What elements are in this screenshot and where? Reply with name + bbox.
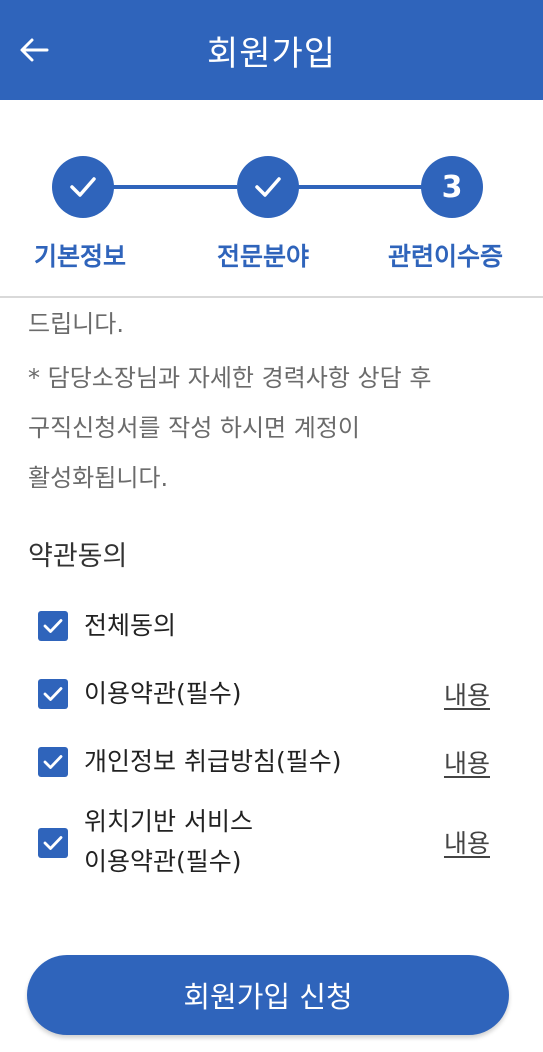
step-label-specialty: 전문분야 <box>217 242 310 271</box>
terms-of-use-view-link[interactable]: 내용 <box>444 676 490 712</box>
term-row-terms-of-use: 이용약관(필수) 내용 <box>38 676 498 712</box>
signup-stepper: 3 기본정보 전문분야 관련이수증 <box>0 100 543 296</box>
notice-text: * 담당소장님과 자세한 경력사항 상담 후 <box>28 364 432 392</box>
terms-of-use-label: 이용약관(필수) <box>84 679 242 708</box>
term-row-agree-all: 전체동의 <box>38 608 498 644</box>
checkmark-icon <box>43 687 63 701</box>
page-title: 회원가입 <box>206 34 337 74</box>
step-3-current-circle: 3 <box>421 156 483 218</box>
step-label-certificate: 관련이수증 <box>388 242 504 271</box>
notice-text: 드립니다. <box>28 310 124 338</box>
signup-submit-button[interactable]: 회원가입 신청 <box>27 955 509 1035</box>
step-label-basic-info: 기본정보 <box>34 242 127 271</box>
term-row-location-terms: 위치기반 서비스 이용약관(필수) 내용 <box>38 804 498 884</box>
checkmark-icon <box>43 619 63 633</box>
privacy-policy-checkbox[interactable] <box>38 747 68 777</box>
term-row-privacy-policy: 개인정보 취급방침(필수) 내용 <box>38 744 498 780</box>
location-terms-label-line2: 이용약관(필수) <box>84 847 242 876</box>
terms-of-use-checkbox[interactable] <box>38 679 68 709</box>
agree-all-label: 전체동의 <box>84 611 177 640</box>
location-terms-view-link[interactable]: 내용 <box>444 824 490 860</box>
step-connector <box>112 185 237 189</box>
notice-text: 구직신청서를 작성 하시면 계정이 <box>28 414 361 442</box>
location-terms-checkbox[interactable] <box>38 828 68 858</box>
step-number: 3 <box>441 169 463 205</box>
app-header: 회원가입 <box>0 0 543 100</box>
signup-content[interactable]: 드립니다. * 담당소장님과 자세한 경력사항 상담 후 구직신청서를 작성 하… <box>0 298 543 1052</box>
notice-text: 활성화됩니다. <box>28 464 169 492</box>
check-icon <box>70 177 96 197</box>
check-icon <box>255 177 281 197</box>
terms-section-title: 약관동의 <box>28 541 128 572</box>
step-1-done-circle <box>52 156 114 218</box>
privacy-policy-label: 개인정보 취급방침(필수) <box>84 747 342 776</box>
checkmark-icon <box>43 755 63 769</box>
location-terms-label-line1: 위치기반 서비스 <box>84 807 253 836</box>
privacy-policy-view-link[interactable]: 내용 <box>444 744 490 780</box>
checkmark-icon <box>43 836 63 850</box>
step-connector <box>298 185 422 189</box>
agree-all-checkbox[interactable] <box>38 611 68 641</box>
step-2-done-circle <box>237 156 299 218</box>
